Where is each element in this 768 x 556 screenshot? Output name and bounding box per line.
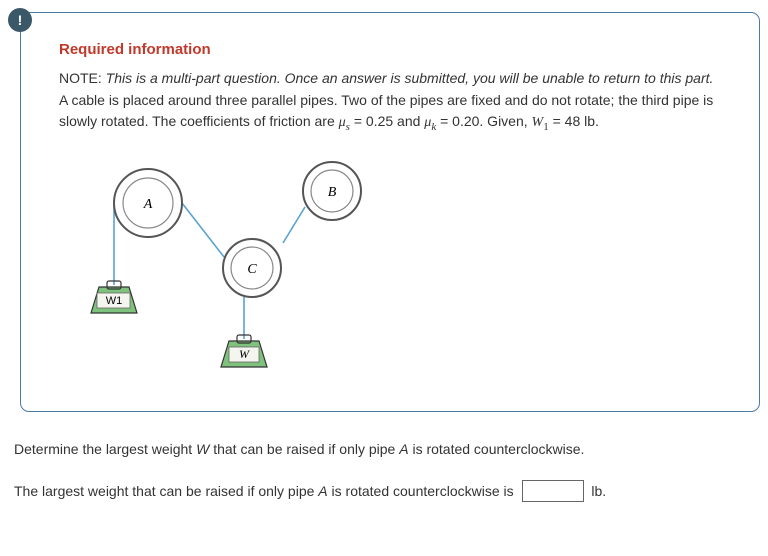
answer-prompt: The largest weight that can be raised if… bbox=[8, 479, 760, 504]
mu-s-symbol: μ bbox=[339, 115, 346, 130]
label-w: W bbox=[239, 347, 250, 361]
q-post: is rotated counterclockwise. bbox=[409, 441, 585, 457]
ans-var-a: A bbox=[318, 483, 327, 499]
q-var-a: A bbox=[399, 441, 408, 457]
q-pre: Determine the largest weight bbox=[14, 441, 196, 457]
ans-mid: is rotated counterclockwise is bbox=[328, 483, 518, 499]
desc-rest: = 0.20. Given, bbox=[436, 113, 531, 129]
note-label: NOTE: bbox=[59, 70, 102, 86]
note-text: NOTE: This is a multi-part question. Onc… bbox=[59, 68, 721, 88]
label-b: B bbox=[328, 185, 337, 200]
label-c: C bbox=[247, 262, 257, 277]
label-w1: W1 bbox=[106, 295, 123, 307]
ans-unit: lb. bbox=[588, 483, 607, 499]
note-body: This is a multi-part question. Once an a… bbox=[106, 70, 714, 86]
mu-s-value: = 0.25 and bbox=[350, 113, 424, 129]
question-text: Determine the largest weight W that can … bbox=[8, 438, 760, 460]
q-var-w: W bbox=[196, 441, 209, 457]
answer-input[interactable] bbox=[522, 480, 584, 502]
problem-description: A cable is placed around three parallel … bbox=[59, 90, 721, 135]
q-mid: that can be raised if only pipe bbox=[209, 441, 399, 457]
w-symbol: W bbox=[532, 115, 544, 130]
info-card: Required information NOTE: This is a mul… bbox=[20, 12, 760, 412]
required-info-heading: Required information bbox=[59, 41, 721, 58]
ans-pre: The largest weight that can be raised if… bbox=[14, 483, 318, 499]
label-a: A bbox=[143, 197, 153, 212]
pipes-diagram: A B C W1 W bbox=[69, 153, 409, 383]
alert-icon: ! bbox=[8, 8, 32, 32]
w-value: = 48 lb. bbox=[549, 113, 599, 129]
